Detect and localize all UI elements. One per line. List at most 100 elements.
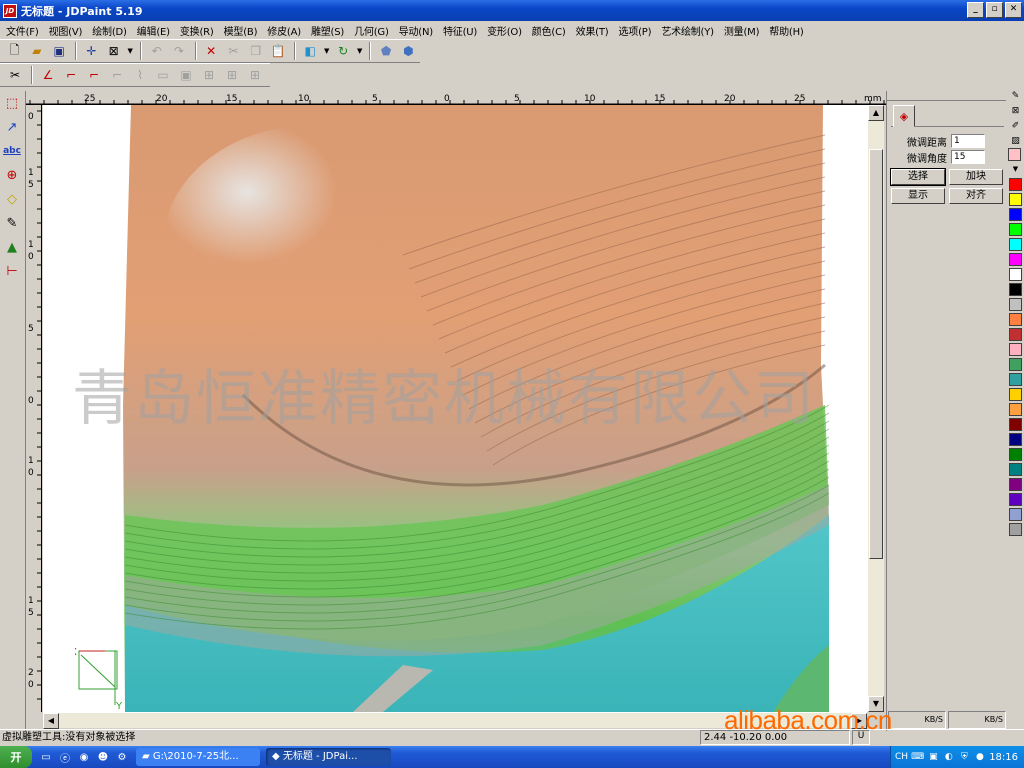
keyboard-icon[interactable]: ⌨ <box>911 750 924 764</box>
color-swatch[interactable] <box>1009 313 1022 326</box>
no-color-icon[interactable]: ⊠ <box>1008 103 1023 118</box>
menu-geometry[interactable]: 几何(G) <box>350 23 395 38</box>
menu-art-draw[interactable]: 艺术绘制(Y) <box>657 23 720 38</box>
brush-icon[interactable]: ✐ <box>1008 118 1023 133</box>
color-swatch[interactable] <box>1009 388 1022 401</box>
select-box-icon[interactable]: ⊠ <box>103 41 124 61</box>
redo-icon[interactable]: ↷ <box>168 41 189 61</box>
menu-model[interactable]: 模型(B) <box>220 23 264 38</box>
menu-edit[interactable]: 编辑(E) <box>133 23 176 38</box>
pattern-icon[interactable]: ▨ <box>1008 133 1023 148</box>
color-swatch[interactable] <box>1009 223 1022 236</box>
menu-color[interactable]: 颜色(C) <box>528 23 572 38</box>
task-jdpaint[interactable]: ◆ 无标题 - JDPai... <box>266 748 391 766</box>
color-swatch[interactable] <box>1009 493 1022 506</box>
menu-transform[interactable]: 变换(R) <box>176 23 220 38</box>
display-button[interactable]: 显示 <box>891 188 945 204</box>
antivirus-icon[interactable]: ● <box>974 750 987 764</box>
dropdown-arrow-icon[interactable]: ▼ <box>322 41 332 61</box>
text-abc-icon[interactable]: abc <box>0 139 24 163</box>
undo-icon[interactable]: ↶ <box>146 41 167 61</box>
color-swatch[interactable] <box>1009 178 1022 191</box>
diamond-icon[interactable]: ◇ <box>0 187 24 211</box>
color-swatch[interactable] <box>1009 208 1022 221</box>
color-swatch[interactable] <box>1009 433 1022 446</box>
shade-cube-icon[interactable]: ◧ <box>300 41 321 61</box>
menu-help[interactable]: 帮助(H) <box>765 23 809 38</box>
color-swatch[interactable] <box>1009 478 1022 491</box>
pen-icon[interactable]: ✎ <box>0 211 24 235</box>
start-button[interactable]: 开 <box>0 746 32 768</box>
new-file-icon[interactable]: 🗋 <box>4 41 25 61</box>
menu-skin[interactable]: 修皮(A) <box>263 23 307 38</box>
shield-filled-icon[interactable]: ⬢ <box>398 41 419 61</box>
corner-icon[interactable]: ⌐ <box>106 65 128 85</box>
scroll-up-icon[interactable]: ▲ <box>868 105 884 121</box>
color-swatch[interactable] <box>1009 283 1022 296</box>
menu-deform[interactable]: 变形(O) <box>483 23 528 38</box>
color-swatch[interactable] <box>1009 403 1022 416</box>
sculpt-tab-icon[interactable]: ◈ <box>893 105 915 127</box>
color-swatch[interactable] <box>1009 448 1022 461</box>
save-icon[interactable]: ▣ <box>49 41 70 61</box>
angle-line-icon[interactable]: ∠ <box>37 65 59 85</box>
color-swatch[interactable] <box>1009 463 1022 476</box>
color-swatch[interactable] <box>1009 268 1022 281</box>
menu-view[interactable]: 视图(V) <box>45 23 89 38</box>
menu-file[interactable]: 文件(F) <box>2 23 45 38</box>
menu-measure[interactable]: 测量(M) <box>720 23 765 38</box>
color-swatch[interactable] <box>1009 358 1022 371</box>
grid-icon[interactable]: ⊞ <box>244 65 266 85</box>
circle-icon[interactable]: ⊕ <box>0 163 24 187</box>
volume-icon[interactable]: ◐ <box>943 750 956 764</box>
shield-view-icon[interactable]: ⬟ <box>375 41 396 61</box>
color-swatch[interactable] <box>1009 418 1022 431</box>
fillet-icon[interactable]: ⌐ <box>60 65 82 85</box>
select-rect-icon[interactable]: ⬚ <box>0 91 24 115</box>
network-icon[interactable]: ▣ <box>927 750 940 764</box>
pencil-icon[interactable]: ✎ <box>1008 88 1023 103</box>
chamfer-icon[interactable]: ⌐ <box>83 65 105 85</box>
tree-icon[interactable]: ▲ <box>0 235 24 259</box>
fine-angle-input[interactable] <box>951 150 985 164</box>
dropdown-arrow-icon[interactable]: ▼ <box>355 41 365 61</box>
color-swatch[interactable] <box>1009 238 1022 251</box>
qq-icon[interactable]: ☻ <box>95 749 111 765</box>
select-button[interactable]: 选择 <box>890 168 946 186</box>
color-swatch[interactable] <box>1009 343 1022 356</box>
offset-icon[interactable]: ⌇ <box>129 65 151 85</box>
close-button[interactable]: ✕ <box>1005 2 1022 18</box>
desktop-icon[interactable]: ▭ <box>38 749 54 765</box>
menu-draw[interactable]: 绘制(D) <box>88 23 133 38</box>
tool-icon[interactable]: ⚙ <box>114 749 130 765</box>
ime-label[interactable]: CH <box>895 750 908 764</box>
frame-icon[interactable]: ▣ <box>175 65 197 85</box>
delete-icon[interactable]: ✕ <box>201 41 222 61</box>
menu-options[interactable]: 选项(P) <box>615 23 658 38</box>
color-swatch[interactable] <box>1009 298 1022 311</box>
copy-icon[interactable]: ❐ <box>245 41 266 61</box>
paste-icon[interactable]: 📋 <box>267 41 288 61</box>
color-swatch[interactable] <box>1009 253 1022 266</box>
cut-icon[interactable]: ✂ <box>223 41 244 61</box>
ie-icon[interactable]: ⓔ <box>57 749 73 765</box>
task-explorer[interactable]: ▰ G:\2010-7-25北... <box>136 748 260 766</box>
security-shield-icon[interactable]: ⛨ <box>958 750 971 764</box>
dropdown-arrow-icon[interactable]: ▼ <box>125 41 135 61</box>
slot-icon[interactable]: ▭ <box>152 65 174 85</box>
color-swatch[interactable] <box>1009 193 1022 206</box>
measure-icon[interactable]: ⊢ <box>0 259 24 283</box>
vertical-scrollbar[interactable]: ▲ ▼ <box>867 105 884 712</box>
menu-effect[interactable]: 效果(T) <box>572 23 615 38</box>
align-button[interactable]: 对齐 <box>949 188 1003 204</box>
menu-sculpt[interactable]: 雕塑(S) <box>307 23 350 38</box>
color-swatch[interactable] <box>1009 373 1022 386</box>
array-icon[interactable]: ⊞ <box>198 65 220 85</box>
palette-dropdown-icon[interactable]: ▼ <box>1008 161 1023 176</box>
rotate-view-icon[interactable]: ↻ <box>333 41 354 61</box>
color-swatch[interactable] <box>1009 508 1022 521</box>
polyline-icon[interactable]: ↗ <box>0 115 24 139</box>
minimize-button[interactable]: _ <box>967 2 984 18</box>
media-icon[interactable]: ◉ <box>76 749 92 765</box>
menu-feature[interactable]: 特征(U) <box>439 23 483 38</box>
